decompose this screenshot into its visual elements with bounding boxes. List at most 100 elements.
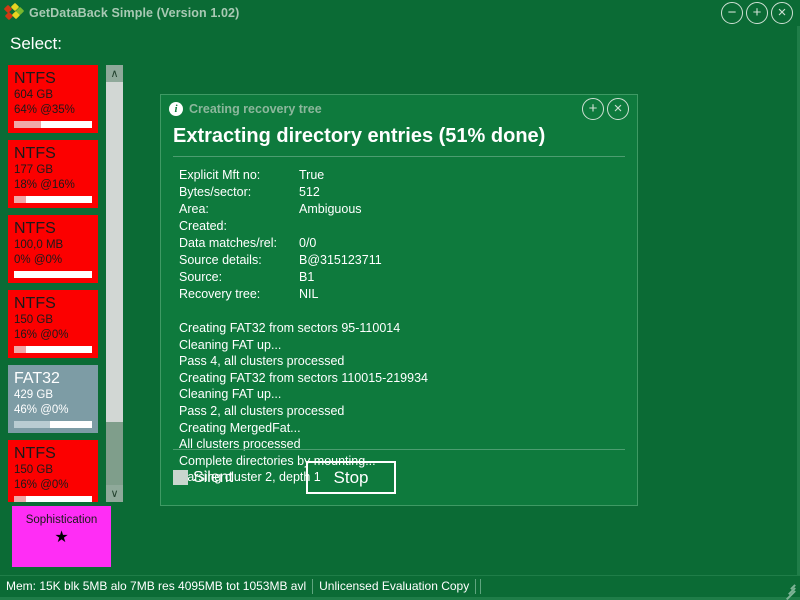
drive-percent-label: 0% @0% — [14, 254, 63, 266]
drive-percent-label: 18% @16% — [14, 179, 75, 191]
log-line: Creating MergedFat... — [179, 420, 301, 435]
silent-label: Silent — [193, 468, 234, 486]
maximize-icon: + — [752, 3, 762, 21]
sophistication-tile[interactable]: Sophistication ★ — [12, 506, 111, 567]
silent-checkbox-group[interactable]: Silent — [173, 469, 233, 487]
details-key: Data matches/rel: — [179, 236, 277, 250]
details-value: NIL — [299, 287, 319, 301]
details-key: Created: — [179, 219, 227, 233]
drive-progress-fill — [14, 346, 27, 353]
drive-tile[interactable]: NTFS 177 GB 18% @16% — [8, 140, 98, 208]
dialog-heading: Extracting directory entries (51% done) — [173, 125, 546, 147]
drive-percent-label: 16% @0% — [14, 329, 69, 341]
drive-size-label: 100,0 MB — [14, 239, 64, 251]
details-row: Area: Ambiguous — [179, 201, 382, 218]
recovery-progress-dialog: i Creating recovery tree + × Extracting … — [160, 94, 638, 506]
drive-filesystem-label: NTFS — [14, 445, 56, 462]
details-key: Recovery tree: — [179, 287, 261, 301]
dialog-body: Explicit Mft no: True Bytes/sector: 512 Area… — [161, 157, 637, 486]
drive-tile[interactable]: NTFS 150 GB 16% @0% — [8, 440, 98, 502]
window-controls: − + × — [721, 2, 800, 24]
drive-percent-label: 64% @35% — [14, 104, 75, 116]
app-diamonds-icon — [3, 2, 25, 22]
info-icon: i — [169, 102, 183, 116]
details-value: B1 — [299, 270, 315, 284]
details-table-body: Explicit Mft no: True Bytes/sector: 512 Area… — [179, 167, 382, 303]
details-value — [299, 218, 382, 235]
dialog-title: Creating recovery tree — [189, 102, 322, 116]
details-value: Ambiguous — [299, 202, 362, 216]
dialog-title-bar: i Creating recovery tree + × — [161, 95, 637, 123]
drive-size-label: 429 GB — [14, 389, 53, 401]
details-row: Source: B1 — [179, 269, 382, 286]
drive-tile[interactable]: NTFS 150 GB 16% @0% — [8, 290, 98, 358]
drive-list-panel: NTFS 604 GB 64% @35% NTFS 177 GB 18% @16% NTFS… — [8, 65, 123, 502]
scroll-down-icon[interactable]: ∨ — [106, 485, 123, 502]
details-row: Explicit Mft no: True — [179, 167, 382, 184]
details-key: Area: — [179, 202, 209, 216]
status-bar: Mem: 15K blk 5MB alo 7MB res 4095MB tot … — [0, 575, 800, 600]
details-key: Bytes/sector: — [179, 185, 252, 199]
details-table: Explicit Mft no: True Bytes/sector: 512 Area… — [179, 167, 382, 303]
close-button[interactable]: × — [771, 2, 793, 24]
drive-percent-label: 16% @0% — [14, 479, 69, 491]
scroll-up-icon[interactable]: ∧ — [106, 65, 123, 82]
drive-progress-fill — [14, 196, 27, 203]
drive-percent-label: 46% @0% — [14, 404, 69, 416]
close-icon: × — [777, 3, 787, 21]
details-row: Bytes/sector: 512 — [179, 184, 382, 201]
drive-progress-fill — [14, 421, 50, 428]
stop-button[interactable]: Stop — [306, 461, 397, 494]
details-value: 0/0 — [299, 236, 317, 250]
details-value: True — [299, 168, 325, 182]
scrollbar-thumb[interactable] — [106, 82, 123, 422]
dialog-footer-row: Silent Stop — [161, 450, 637, 505]
dialog-close-button[interactable]: × — [607, 98, 629, 120]
log-line: Creating FAT32 from sectors 110015-21993… — [179, 370, 428, 385]
application-window: GetDataBack Simple (Version 1.02) − + × … — [0, 0, 800, 600]
drive-filesystem-label: NTFS — [14, 295, 56, 312]
drive-size-label: 150 GB — [14, 314, 53, 326]
status-license: Unlicensed Evaluation Copy — [319, 579, 470, 593]
drive-progress-bar — [14, 496, 92, 502]
minimize-button[interactable]: − — [721, 2, 743, 24]
sophistication-label: Sophistication — [25, 514, 98, 526]
details-value: 512 — [299, 185, 320, 199]
drive-list[interactable]: NTFS 604 GB 64% @35% NTFS 177 GB 18% @16% NTFS… — [8, 65, 98, 502]
drive-progress-bar — [14, 196, 92, 203]
details-row: Source details: B@315123711 — [179, 252, 382, 269]
drive-progress-bar — [14, 421, 92, 428]
drive-list-scrollbar[interactable]: ∧ ∨ — [106, 65, 123, 502]
drive-size-label: 604 GB — [14, 89, 53, 101]
drive-progress-bar — [14, 346, 92, 353]
maximize-icon: + — [588, 99, 598, 117]
details-key: Source details: — [179, 253, 262, 267]
title-bar: GetDataBack Simple (Version 1.02) − + × — [0, 0, 800, 26]
drive-filesystem-label: NTFS — [14, 220, 56, 237]
status-divider-3 — [480, 579, 482, 594]
drive-progress-fill — [14, 121, 42, 128]
log-line: Cleaning FAT up... — [179, 387, 282, 402]
drive-progress-fill — [14, 496, 27, 502]
drive-tile[interactable]: NTFS 604 GB 64% @35% — [8, 65, 98, 133]
drive-filesystem-label: NTFS — [14, 145, 56, 162]
details-row: Data matches/rel: 0/0 — [179, 235, 382, 252]
details-value: B@315123711 — [299, 253, 382, 267]
resize-grip-icon[interactable] — [780, 579, 796, 600]
close-icon: × — [613, 99, 623, 117]
details-row: Recovery tree: NIL — [179, 286, 382, 303]
dialog-maximize-button[interactable]: + — [582, 98, 604, 120]
details-key: Explicit Mft no: — [179, 168, 261, 182]
maximize-button[interactable]: + — [746, 2, 768, 24]
silent-checkbox[interactable] — [173, 470, 188, 485]
drive-progress-bar — [14, 121, 92, 128]
log-line: Pass 2, all clusters processed — [179, 403, 345, 418]
log-line: Cleaning FAT up... — [179, 337, 282, 352]
log-line: Pass 4, all clusters processed — [179, 354, 345, 369]
drive-filesystem-label: FAT32 — [14, 370, 60, 387]
drive-size-label: 177 GB — [14, 164, 53, 176]
select-label: Select: — [10, 34, 62, 53]
drive-tile[interactable]: FAT32 429 GB 46% @0% — [8, 365, 98, 433]
drive-tile[interactable]: NTFS 100,0 MB 0% @0% — [8, 215, 98, 283]
details-row: Created: — [179, 218, 382, 235]
